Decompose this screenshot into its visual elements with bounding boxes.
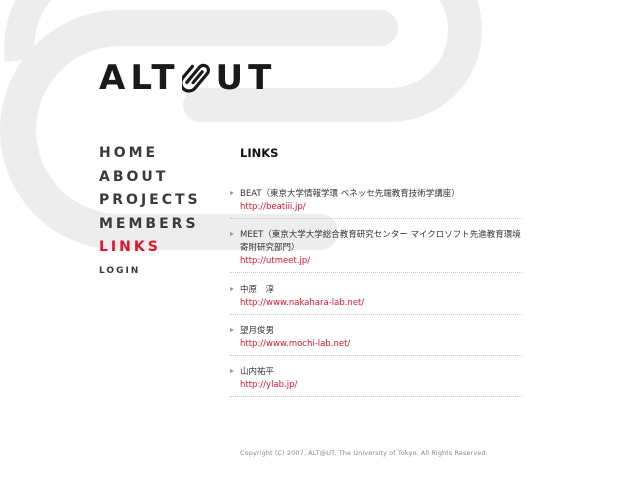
list-item: BEAT（東京大学情報学環 ベネッセ先端教育技術学講座） http://beat…	[230, 188, 522, 219]
link-name: MEET（東京大学大学総合教育研究センター マイクロソフト先進教育環境寄附研究部…	[240, 230, 521, 253]
bullet-arrow-icon	[230, 232, 234, 236]
link-name: 中原 淳	[240, 285, 275, 295]
login-link[interactable]: LOGIN	[99, 266, 140, 276]
link-url[interactable]: http://www.nakahara-lab.net/	[240, 297, 522, 310]
page-title: LINKS	[240, 146, 279, 160]
logo-text-left: ALT	[99, 58, 180, 98]
nav-item-members[interactable]: MEMBERS	[99, 215, 201, 239]
list-item: 中原 淳 http://www.nakahara-lab.net/	[230, 284, 522, 315]
content-area: LINKS	[240, 146, 522, 160]
link-url[interactable]: http://ylab.jp/	[240, 379, 522, 392]
nav-item-links[interactable]: LINKS	[99, 238, 201, 262]
link-name: BEAT（東京大学情報学環 ベネッセ先端教育技術学講座）	[240, 189, 460, 199]
list-item: 山内祐平 http://ylab.jp/	[230, 366, 522, 397]
main-navigation: HOME ABOUT PROJECTS MEMBERS LINKS	[99, 144, 201, 262]
link-url[interactable]: http://beatiii.jp/	[240, 201, 522, 214]
link-name: 望月俊男	[240, 326, 275, 336]
bullet-arrow-icon	[230, 328, 234, 332]
bullet-arrow-icon	[230, 287, 234, 291]
nav-item-home[interactable]: HOME	[99, 144, 201, 168]
list-item: 望月俊男 http://www.mochi-lab.net/	[230, 325, 522, 356]
links-list: BEAT（東京大学情報学環 ベネッセ先端教育技術学講座） http://beat…	[230, 188, 522, 397]
logo-text-right: UT	[215, 58, 277, 98]
bullet-arrow-icon	[230, 369, 234, 373]
nav-item-projects[interactable]: PROJECTS	[99, 191, 201, 215]
bullet-arrow-icon	[230, 191, 234, 195]
link-url[interactable]: http://www.mochi-lab.net/	[240, 338, 522, 351]
link-name: 山内祐平	[240, 367, 275, 377]
paperclip-at-icon	[181, 63, 210, 93]
link-url[interactable]: http://utmeet.jp/	[240, 255, 522, 268]
site-logo[interactable]: ALT UT	[99, 58, 276, 98]
footer-copyright: Copyright (C) 2007. ALT@UT. The Universi…	[240, 449, 488, 457]
list-item: MEET（東京大学大学総合教育研究センター マイクロソフト先進教育環境寄附研究部…	[230, 229, 522, 273]
nav-item-about[interactable]: ABOUT	[99, 168, 201, 192]
